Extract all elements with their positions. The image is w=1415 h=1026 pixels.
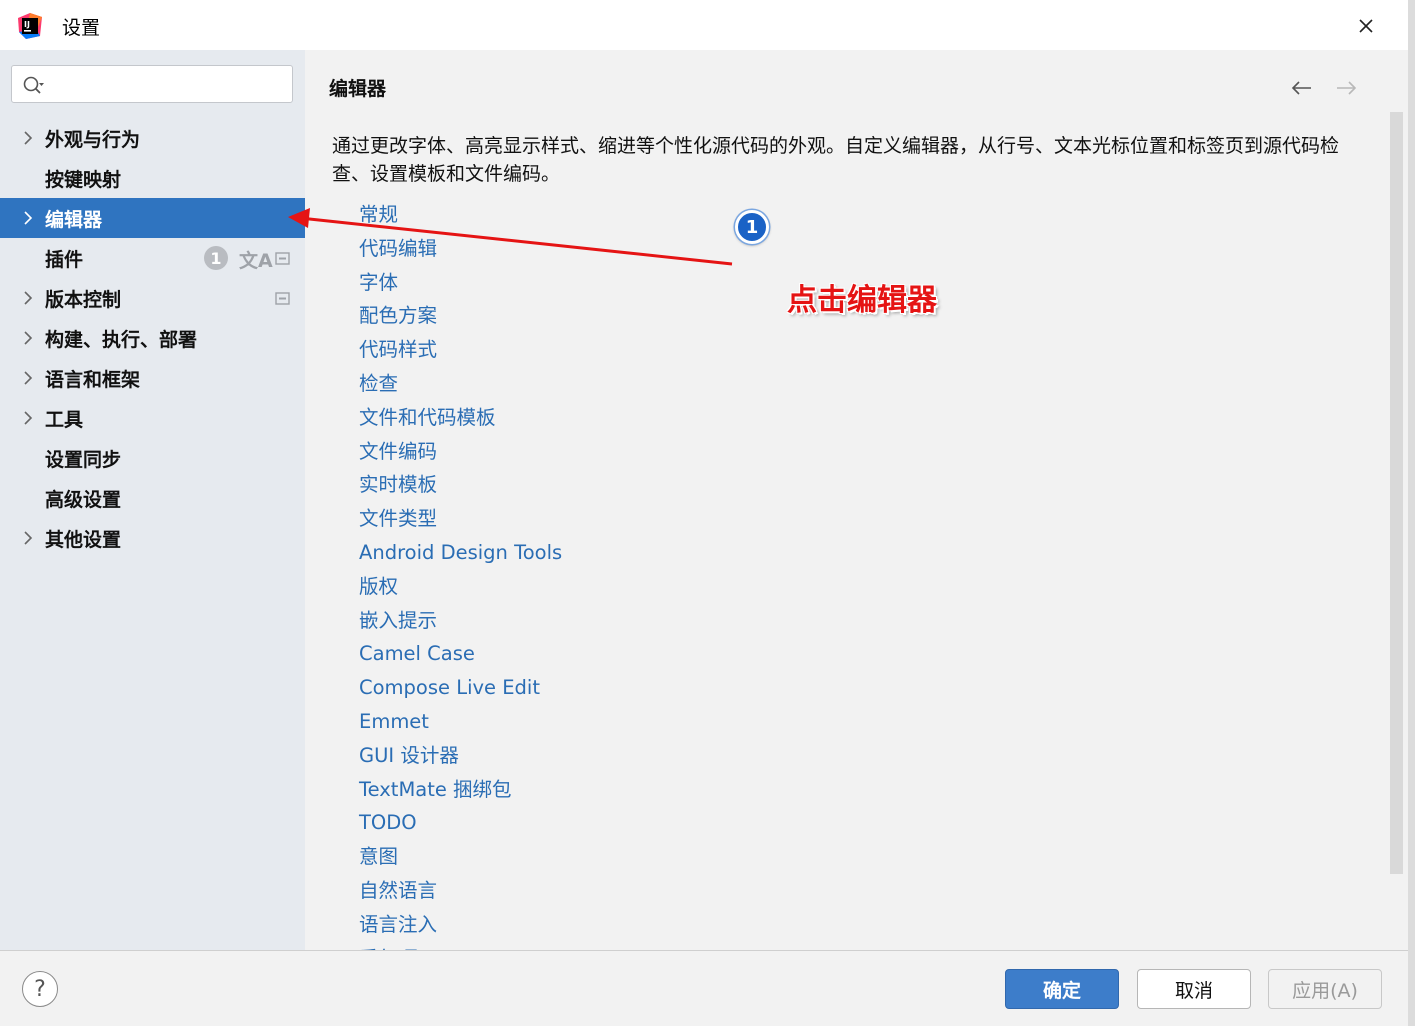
sidebar-item-version-control[interactable]: 版本控制 [0, 278, 305, 318]
close-icon [1359, 19, 1373, 33]
chevron-right-icon [24, 331, 33, 345]
ok-button[interactable]: 确定 [1005, 969, 1119, 1009]
link-file-templates[interactable]: 文件和代码模板 [359, 401, 562, 435]
link-textmate-bundles[interactable]: TextMate 捆绑包 [359, 773, 562, 807]
settings-nav: 外观与行为 按键映射 编辑器 插件 1 文A 版本控制 构建、执行、部署 语言和… [0, 118, 305, 558]
sidebar-item-settings-sync[interactable]: 设置同步 [0, 438, 305, 478]
close-button[interactable] [1352, 12, 1380, 40]
title-bar: IJ 设置 [0, 0, 1415, 50]
link-intentions[interactable]: 意图 [359, 840, 562, 874]
svg-text:IJ: IJ [24, 20, 30, 29]
sidebar-item-label: 语言和框架 [45, 369, 141, 391]
link-inlay-hints[interactable]: 嵌入提示 [359, 604, 562, 638]
sidebar-item-languages[interactable]: 语言和框架 [0, 358, 305, 398]
link-font[interactable]: 字体 [359, 266, 562, 300]
sidebar-item-label: 设置同步 [45, 449, 122, 471]
link-copyright[interactable]: 版权 [359, 570, 562, 604]
link-color-scheme[interactable]: 配色方案 [359, 299, 562, 333]
settings-sidebar: 外观与行为 按键映射 编辑器 插件 1 文A 版本控制 构建、执行、部署 语言和… [0, 50, 305, 950]
link-natural-languages[interactable]: 自然语言 [359, 874, 562, 908]
link-gui-designer[interactable]: GUI 设计器 [359, 739, 562, 773]
sidebar-item-other[interactable]: 其他设置 [0, 518, 305, 558]
link-code-editing[interactable]: 代码编辑 [359, 232, 562, 266]
link-general[interactable]: 常规 [359, 198, 562, 232]
project-settings-icon [275, 252, 290, 265]
window-edge [1408, 0, 1415, 1026]
sidebar-item-label: 外观与行为 [45, 129, 141, 151]
sidebar-item-plugins[interactable]: 插件 1 文A [0, 238, 305, 278]
chevron-right-icon [24, 411, 33, 425]
back-arrow-icon[interactable] [1289, 76, 1315, 100]
window-title: 设置 [62, 17, 101, 39]
settings-link-list: 常规 代码编辑 字体 配色方案 代码样式 检查 文件和代码模板 文件编码 实时模… [359, 198, 562, 950]
link-live-templates[interactable]: 实时模板 [359, 468, 562, 502]
sidebar-item-label: 编辑器 [45, 209, 103, 231]
sidebar-item-tools[interactable]: 工具 [0, 398, 305, 438]
link-inspections[interactable]: 检查 [359, 367, 562, 401]
sidebar-item-advanced[interactable]: 高级设置 [0, 478, 305, 518]
sidebar-item-label: 其他设置 [45, 529, 122, 551]
search-box[interactable] [11, 65, 293, 103]
sidebar-item-label: 构建、执行、部署 [45, 329, 198, 351]
chevron-right-icon [24, 131, 33, 145]
sidebar-item-label: 插件 [45, 249, 84, 271]
chevron-right-icon [24, 211, 33, 225]
sidebar-item-label: 工具 [45, 409, 84, 431]
chevron-right-icon [24, 291, 33, 305]
annotation-label: 点击编辑器 [787, 283, 937, 318]
link-language-injections[interactable]: 语言注入 [359, 908, 562, 942]
translate-icon: 文A [239, 250, 273, 272]
search-input[interactable] [52, 70, 284, 98]
editor-settings-panel: 编辑器 通过更改字体、高亮显示样式、缩进等个性化源代码的外观。自定义编辑器，从行… [305, 50, 1415, 950]
dialog-footer: ? 确定 取消 应用(A) [0, 950, 1415, 1026]
link-code-style[interactable]: 代码样式 [359, 333, 562, 367]
search-icon [23, 76, 44, 94]
page-title: 编辑器 [329, 78, 387, 100]
cancel-button[interactable]: 取消 [1137, 969, 1251, 1009]
sidebar-item-editor[interactable]: 编辑器 [0, 198, 305, 238]
link-file-encodings[interactable]: 文件编码 [359, 435, 562, 469]
chevron-right-icon [24, 371, 33, 385]
sidebar-item-label: 按键映射 [45, 169, 122, 191]
link-camel-case[interactable]: Camel Case [359, 637, 562, 671]
link-duplicates[interactable]: 重复项 [359, 942, 562, 950]
link-emmet[interactable]: Emmet [359, 705, 562, 739]
page-description: 通过更改字体、高亮显示样式、缩进等个性化源代码的外观。自定义编辑器，从行号、文本… [332, 135, 1340, 185]
chevron-right-icon [24, 531, 33, 545]
update-count-badge: 1 [204, 246, 228, 270]
help-button[interactable]: ? [22, 971, 58, 1007]
sidebar-item-keymap[interactable]: 按键映射 [0, 158, 305, 198]
apply-button[interactable]: 应用(A) [1268, 969, 1382, 1009]
sidebar-item-build[interactable]: 构建、执行、部署 [0, 318, 305, 358]
sidebar-item-label: 高级设置 [45, 489, 122, 511]
scrollbar-thumb[interactable] [1390, 112, 1403, 874]
link-android-design-tools[interactable]: Android Design Tools [359, 536, 562, 570]
intellij-logo-icon: IJ [18, 13, 42, 39]
step-number-badge: 1 [735, 210, 769, 244]
sidebar-item-appearance[interactable]: 外观与行为 [0, 118, 305, 158]
link-todo[interactable]: TODO [359, 806, 562, 840]
sidebar-item-label: 版本控制 [45, 289, 122, 311]
link-file-types[interactable]: 文件类型 [359, 502, 562, 536]
forward-arrow-icon[interactable] [1333, 76, 1359, 100]
project-settings-icon [275, 292, 290, 305]
link-compose-live-edit[interactable]: Compose Live Edit [359, 671, 562, 705]
